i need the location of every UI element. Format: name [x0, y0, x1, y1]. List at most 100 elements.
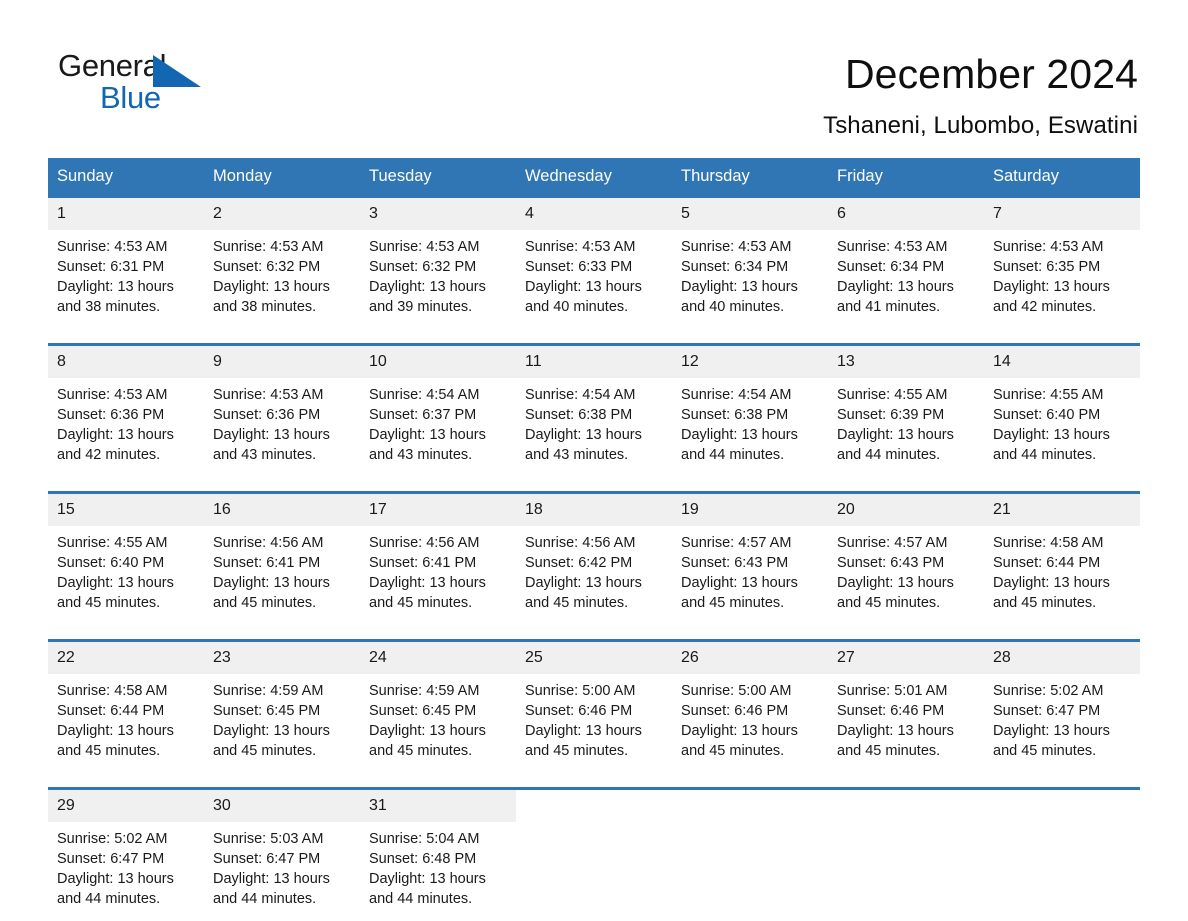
day-number: 19 [672, 494, 828, 526]
day-number: 3 [360, 198, 516, 230]
day-cell[interactable]: 3 Sunrise: 4:53 AM Sunset: 6:32 PM Dayli… [360, 195, 516, 329]
daylight-text: Daylight: 13 hours and 45 minutes. [837, 723, 954, 759]
day-cell[interactable]: 4 Sunrise: 4:53 AM Sunset: 6:33 PM Dayli… [516, 195, 672, 329]
sunrise-text: Sunrise: 4:59 AM [213, 683, 324, 699]
sunrise-text: Sunrise: 4:58 AM [993, 535, 1104, 551]
day-number: 18 [516, 494, 672, 526]
day-cell[interactable]: 18 Sunrise: 4:56 AM Sunset: 6:42 PM Dayl… [516, 491, 672, 625]
day-cell[interactable]: 12 Sunrise: 4:54 AM Sunset: 6:38 PM Dayl… [672, 343, 828, 477]
daylight-text: Daylight: 13 hours and 44 minutes. [369, 871, 486, 907]
day-details: Sunrise: 5:03 AM Sunset: 6:47 PM Dayligh… [204, 822, 360, 909]
day-cell[interactable]: 7 Sunrise: 4:53 AM Sunset: 6:35 PM Dayli… [984, 195, 1140, 329]
day-details: Sunrise: 4:57 AM Sunset: 6:43 PM Dayligh… [828, 526, 984, 613]
day-cell[interactable]: 14 Sunrise: 4:55 AM Sunset: 6:40 PM Dayl… [984, 343, 1140, 477]
sunset-text: Sunset: 6:46 PM [681, 703, 789, 719]
day-details: Sunrise: 4:53 AM Sunset: 6:32 PM Dayligh… [360, 230, 516, 317]
day-cell[interactable]: 8 Sunrise: 4:53 AM Sunset: 6:36 PM Dayli… [48, 343, 204, 477]
weekday-header-sunday: Sunday [57, 167, 113, 185]
sunrise-text: Sunrise: 4:54 AM [369, 387, 480, 403]
day-details: Sunrise: 5:02 AM Sunset: 6:47 PM Dayligh… [984, 674, 1140, 761]
day-cell[interactable]: 25 Sunrise: 5:00 AM Sunset: 6:46 PM Dayl… [516, 639, 672, 773]
day-details: Sunrise: 4:53 AM Sunset: 6:35 PM Dayligh… [984, 230, 1140, 317]
day-number: 22 [48, 642, 204, 674]
sunset-text: Sunset: 6:42 PM [525, 555, 633, 571]
sunrise-text: Sunrise: 4:56 AM [525, 535, 636, 551]
sunset-text: Sunset: 6:47 PM [993, 703, 1101, 719]
general-blue-logo[interactable]: General Blue [58, 48, 208, 120]
day-details: Sunrise: 4:53 AM Sunset: 6:32 PM Dayligh… [204, 230, 360, 317]
day-cell[interactable]: 17 Sunrise: 4:56 AM Sunset: 6:41 PM Dayl… [360, 491, 516, 625]
daylight-text: Daylight: 13 hours and 45 minutes. [681, 575, 798, 611]
day-cell[interactable]: 6 Sunrise: 4:53 AM Sunset: 6:34 PM Dayli… [828, 195, 984, 329]
sunrise-text: Sunrise: 4:53 AM [525, 239, 636, 255]
daylight-text: Daylight: 13 hours and 44 minutes. [837, 427, 954, 463]
weekday-header-monday: Monday [213, 167, 272, 185]
day-cell[interactable]: 11 Sunrise: 4:54 AM Sunset: 6:38 PM Dayl… [516, 343, 672, 477]
day-cell[interactable]: 22 Sunrise: 4:58 AM Sunset: 6:44 PM Dayl… [48, 639, 204, 773]
day-cell[interactable]: 27 Sunrise: 5:01 AM Sunset: 6:46 PM Dayl… [828, 639, 984, 773]
daylight-text: Daylight: 13 hours and 45 minutes. [213, 575, 330, 611]
daylight-text: Daylight: 13 hours and 45 minutes. [837, 575, 954, 611]
day-number: 26 [672, 642, 828, 674]
sunrise-text: Sunrise: 4:57 AM [837, 535, 948, 551]
day-cell[interactable]: 20 Sunrise: 4:57 AM Sunset: 6:43 PM Dayl… [828, 491, 984, 625]
day-number: 5 [672, 198, 828, 230]
day-cell[interactable]: 31 Sunrise: 5:04 AM Sunset: 6:48 PM Dayl… [360, 787, 516, 921]
weekday-header-saturday: Saturday [993, 167, 1060, 185]
sunrise-text: Sunrise: 4:57 AM [681, 535, 792, 551]
page-title: December 2024 [844, 51, 1138, 97]
day-cell[interactable]: 24 Sunrise: 4:59 AM Sunset: 6:45 PM Dayl… [360, 639, 516, 773]
day-number: 24 [360, 642, 516, 674]
day-number: 1 [48, 198, 204, 230]
sunrise-text: Sunrise: 4:53 AM [57, 387, 168, 403]
day-cell[interactable]: 30 Sunrise: 5:03 AM Sunset: 6:47 PM Dayl… [204, 787, 360, 921]
sunset-text: Sunset: 6:41 PM [213, 555, 321, 571]
day-cell[interactable]: 19 Sunrise: 4:57 AM Sunset: 6:43 PM Dayl… [672, 491, 828, 625]
day-details: Sunrise: 4:53 AM Sunset: 6:31 PM Dayligh… [48, 230, 204, 317]
sunrise-text: Sunrise: 4:53 AM [57, 239, 168, 255]
day-cell[interactable]: 26 Sunrise: 5:00 AM Sunset: 6:46 PM Dayl… [672, 639, 828, 773]
sunrise-text: Sunrise: 4:54 AM [681, 387, 792, 403]
daylight-text: Daylight: 13 hours and 38 minutes. [57, 279, 174, 315]
day-cell[interactable]: 23 Sunrise: 4:59 AM Sunset: 6:45 PM Dayl… [204, 639, 360, 773]
day-number: 31 [360, 790, 516, 822]
day-details: Sunrise: 4:58 AM Sunset: 6:44 PM Dayligh… [48, 674, 204, 761]
daylight-text: Daylight: 13 hours and 45 minutes. [681, 723, 798, 759]
sunrise-text: Sunrise: 4:53 AM [369, 239, 480, 255]
day-details: Sunrise: 4:59 AM Sunset: 6:45 PM Dayligh… [204, 674, 360, 761]
week-row: 29 Sunrise: 5:02 AM Sunset: 6:47 PM Dayl… [48, 787, 1140, 921]
day-details: Sunrise: 4:56 AM Sunset: 6:42 PM Dayligh… [516, 526, 672, 613]
day-cell[interactable]: 28 Sunrise: 5:02 AM Sunset: 6:47 PM Dayl… [984, 639, 1140, 773]
sunrise-text: Sunrise: 4:53 AM [681, 239, 792, 255]
day-cell-empty [672, 787, 828, 921]
day-details: Sunrise: 4:55 AM Sunset: 6:39 PM Dayligh… [828, 378, 984, 465]
calendar-grid: Sunday Monday Tuesday Wednesday Thursday… [48, 158, 1140, 921]
daylight-text: Daylight: 13 hours and 44 minutes. [681, 427, 798, 463]
day-number: 10 [360, 346, 516, 378]
daylight-text: Daylight: 13 hours and 45 minutes. [213, 723, 330, 759]
sunset-text: Sunset: 6:46 PM [525, 703, 633, 719]
sunrise-text: Sunrise: 4:53 AM [213, 239, 324, 255]
page-header: General Blue December 2024 Tshaneni, Lub… [0, 0, 1188, 141]
day-cell[interactable]: 2 Sunrise: 4:53 AM Sunset: 6:32 PM Dayli… [204, 195, 360, 329]
day-cell[interactable]: 9 Sunrise: 4:53 AM Sunset: 6:36 PM Dayli… [204, 343, 360, 477]
day-cell[interactable]: 1 Sunrise: 4:53 AM Sunset: 6:31 PM Dayli… [48, 195, 204, 329]
day-cell-empty [984, 787, 1140, 921]
day-cell[interactable]: 5 Sunrise: 4:53 AM Sunset: 6:34 PM Dayli… [672, 195, 828, 329]
weekday-header-wednesday: Wednesday [525, 167, 612, 185]
sunset-text: Sunset: 6:32 PM [369, 259, 477, 275]
day-cell[interactable]: 16 Sunrise: 4:56 AM Sunset: 6:41 PM Dayl… [204, 491, 360, 625]
day-cell[interactable]: 13 Sunrise: 4:55 AM Sunset: 6:39 PM Dayl… [828, 343, 984, 477]
daylight-text: Daylight: 13 hours and 41 minutes. [837, 279, 954, 315]
day-cell[interactable]: 21 Sunrise: 4:58 AM Sunset: 6:44 PM Dayl… [984, 491, 1140, 625]
week-row: 15 Sunrise: 4:55 AM Sunset: 6:40 PM Dayl… [48, 491, 1140, 625]
day-cell[interactable]: 15 Sunrise: 4:55 AM Sunset: 6:40 PM Dayl… [48, 491, 204, 625]
sunrise-text: Sunrise: 5:02 AM [993, 683, 1104, 699]
day-details: Sunrise: 4:55 AM Sunset: 6:40 PM Dayligh… [984, 378, 1140, 465]
day-number [516, 790, 672, 822]
weekday-header-friday: Friday [837, 167, 883, 185]
day-details: Sunrise: 4:53 AM Sunset: 6:36 PM Dayligh… [48, 378, 204, 465]
title-block: December 2024 Tshaneni, Lubombo, Eswatin… [823, 48, 1138, 141]
day-cell[interactable]: 29 Sunrise: 5:02 AM Sunset: 6:47 PM Dayl… [48, 787, 204, 921]
day-cell[interactable]: 10 Sunrise: 4:54 AM Sunset: 6:37 PM Dayl… [360, 343, 516, 477]
